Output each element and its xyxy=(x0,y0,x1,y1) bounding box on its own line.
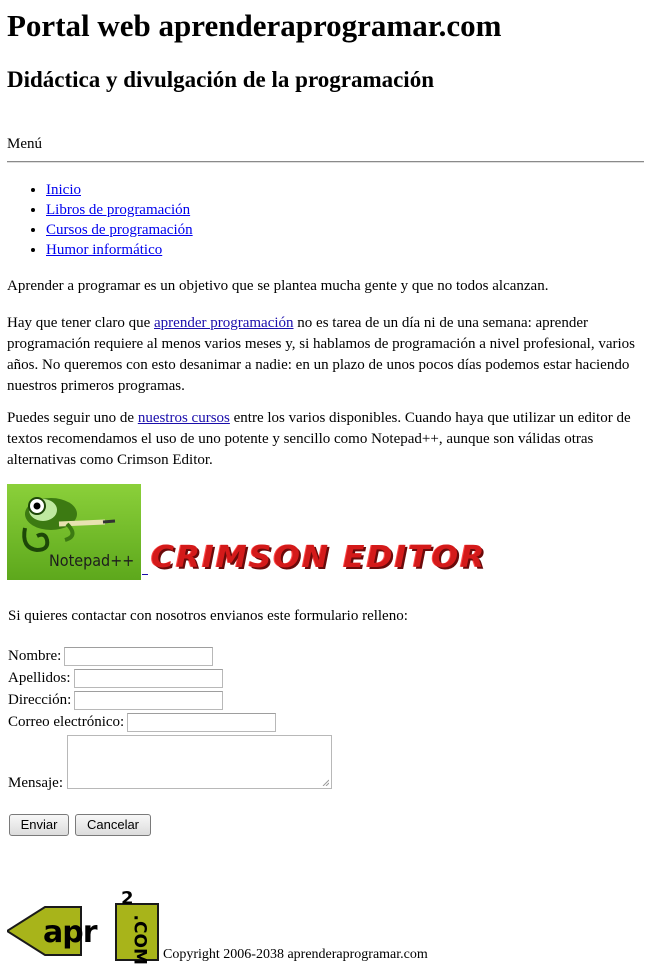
correo-input[interactable] xyxy=(127,712,277,732)
editor-images: Notepad++ CRIMSON EDITOR xyxy=(7,484,507,584)
enviar-button[interactable]: Enviar xyxy=(9,814,69,836)
apr-logo-com: .COM xyxy=(129,914,150,965)
direccion-label: Dirección: xyxy=(8,692,72,708)
form-row-direccion: Dirección: xyxy=(8,690,224,710)
page-subtitle: Didáctica y divulgación de la programaci… xyxy=(7,67,434,92)
menu-link-libros[interactable]: Libros de programación xyxy=(46,202,190,218)
direccion-input[interactable] xyxy=(74,690,224,710)
menu-item-humor: Humor informático xyxy=(46,240,193,260)
notepad-logo-text: Notepad++ xyxy=(49,551,135,570)
cancelar-button[interactable]: Cancelar xyxy=(75,814,151,836)
crimson-editor-text: CRIMSON EDITOR xyxy=(151,540,487,575)
apellidos-input[interactable] xyxy=(73,668,223,688)
nombre-label: Nombre: xyxy=(8,648,62,664)
courses-paragraph-start: Puedes seguir uno de xyxy=(7,410,138,426)
menu-item-inicio: Inicio xyxy=(46,180,193,200)
menu-list: Inicio Libros de programación Cursos de … xyxy=(0,180,193,260)
programming-paragraph: Hay que tener claro que aprender program… xyxy=(7,313,637,397)
page: Portal web aprenderaprogramar.com Didáct… xyxy=(0,0,651,969)
aprenderaprogramar-logo: apr 2 .COM xyxy=(5,888,159,965)
form-row-mensaje: Mensaje: xyxy=(8,773,63,793)
form-row-apellidos: Apellidos: xyxy=(8,668,223,688)
nombre-input[interactable] xyxy=(64,646,214,666)
form-row-correo: Correo electrónico: xyxy=(8,712,277,732)
notepad-plus-plus-logo[interactable]: Notepad++ xyxy=(7,484,141,580)
apr-logo-superscript: 2 xyxy=(121,888,134,909)
courses-paragraph: Puedes seguir uno de nuestros cursos ent… xyxy=(7,408,637,471)
menu-label: Menú xyxy=(7,136,42,152)
resize-grip-icon[interactable] xyxy=(321,778,329,786)
mensaje-textarea[interactable] xyxy=(67,735,332,789)
apellidos-label: Apellidos: xyxy=(8,670,71,686)
crimson-editor-logo[interactable]: CRIMSON EDITOR xyxy=(147,538,507,578)
intro-paragraph: Aprender a programar es un objetivo que … xyxy=(7,278,549,294)
page-title: Portal web aprenderaprogramar.com xyxy=(7,8,502,43)
nuestros-cursos-link[interactable]: nuestros cursos xyxy=(138,410,230,426)
contact-intro: Si quieres contactar con nosotros envian… xyxy=(8,608,408,624)
copyright-text: Copyright 2006-2038 aprenderaprogramar.c… xyxy=(163,947,428,962)
menu-link-cursos[interactable]: Cursos de programación xyxy=(46,222,193,238)
apr-logo-text: apr xyxy=(43,915,98,950)
programming-paragraph-start: Hay que tener claro que xyxy=(7,315,155,331)
menu-item-libros: Libros de programación xyxy=(46,200,193,220)
mensaje-label: Mensaje: xyxy=(8,775,63,791)
menu-item-cursos: Cursos de programación xyxy=(46,220,193,240)
form-row-nombre: Nombre: xyxy=(8,646,214,666)
aprender-programacion-link[interactable]: aprender programación xyxy=(154,315,294,331)
menu-link-humor[interactable]: Humor informático xyxy=(46,242,162,258)
menu-link-inicio[interactable]: Inicio xyxy=(46,182,81,198)
correo-label: Correo electrónico: xyxy=(8,714,125,730)
menu-divider xyxy=(7,161,644,163)
